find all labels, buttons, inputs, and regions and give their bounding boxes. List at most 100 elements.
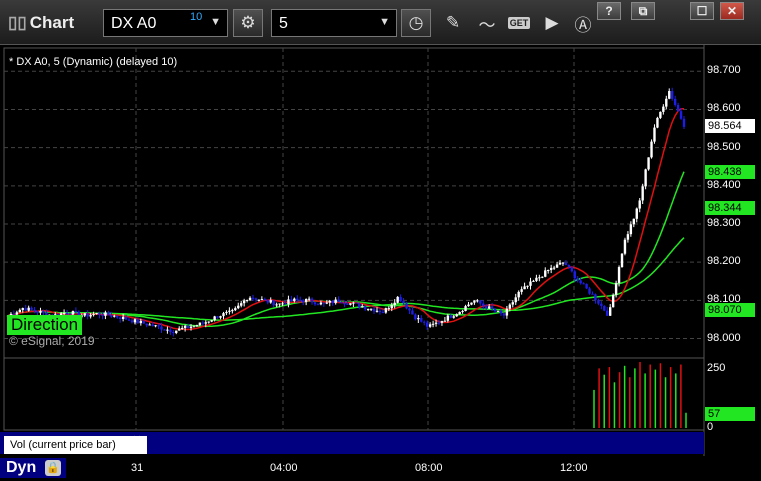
symbol-input[interactable]: DX A0 10 ▼ (103, 9, 228, 37)
lock-icon[interactable]: 🔒 (45, 460, 61, 476)
candle-body (561, 262, 565, 264)
candle-body (175, 330, 178, 333)
candle-body (124, 316, 128, 320)
price-tick-label: 98.600 (707, 102, 741, 115)
candle-body (65, 312, 69, 314)
candle-body (535, 277, 538, 281)
delay-badge: 10 (190, 11, 203, 23)
candle-body (142, 320, 145, 324)
candle-body (461, 310, 464, 312)
direction-label: Direction (7, 315, 83, 335)
restore-button[interactable]: ⧉ (631, 2, 655, 20)
chevron-down-icon[interactable]: ▼ (379, 16, 390, 28)
candle-body (644, 169, 647, 187)
candle-body (192, 325, 196, 327)
clock-icon[interactable]: ◷ (401, 9, 431, 37)
candle-body (617, 267, 621, 283)
candle-body (284, 303, 287, 305)
candle-body (287, 299, 290, 305)
candle-body (325, 302, 329, 304)
candle-body (375, 310, 379, 312)
candle-body (237, 305, 240, 309)
candle-body (479, 300, 482, 304)
price-tick-label: 98.200 (707, 255, 741, 268)
gear-icon[interactable]: ⚙ (233, 9, 263, 37)
candle-body (340, 301, 343, 304)
candle-body (487, 306, 491, 309)
help-button[interactable]: ? (597, 2, 621, 20)
candle-body (231, 310, 234, 312)
candle-body (248, 297, 252, 300)
candle-body (225, 311, 228, 314)
candle-body (570, 266, 574, 272)
candle-body (582, 283, 585, 285)
interval-select[interactable]: 5 ▼ (271, 9, 397, 37)
pencil-icon[interactable]: ✎ (440, 11, 466, 35)
candle-body (366, 308, 370, 310)
candle-body (626, 234, 630, 240)
play-icon[interactable]: ▶ (539, 11, 565, 35)
candle-body (485, 305, 488, 309)
candle-body (381, 312, 385, 314)
candle-body (172, 332, 175, 334)
price-tick-label: 98.000 (707, 331, 741, 344)
candle-body (127, 319, 131, 321)
get-icon[interactable]: GET (506, 11, 532, 35)
candle-body (71, 311, 75, 315)
candle-body (95, 313, 98, 315)
candle-body (620, 253, 624, 268)
candle-body (585, 283, 588, 289)
candle-body (544, 270, 547, 277)
candle-body (304, 299, 308, 303)
candle-body (18, 309, 22, 313)
chart-area[interactable] (0, 44, 761, 456)
candle-body (201, 322, 205, 324)
candle-body (638, 200, 641, 209)
candle-body (281, 303, 284, 305)
vol-tag: 57 (705, 407, 755, 421)
alert-icon[interactable]: Ⓐ (570, 11, 596, 35)
maximize-button[interactable]: ☐ (690, 2, 714, 20)
candle-body (452, 316, 455, 318)
candle-body (600, 303, 603, 306)
candle-body (216, 316, 219, 318)
candle-body (659, 111, 662, 118)
candle-body (343, 303, 346, 305)
candle-body (234, 308, 237, 311)
candle-body (523, 286, 526, 290)
candle-body (260, 299, 264, 301)
close-icon[interactable]: ✕ (132, 433, 142, 447)
candle-body (414, 314, 417, 320)
candle-body (186, 325, 190, 328)
candle-body (331, 300, 334, 304)
app-title: ▯▯ Chart (8, 13, 75, 32)
ma-tag-2: 98.344 (705, 201, 755, 215)
vol-axis-bottom: 0 (707, 421, 714, 433)
candle-body (490, 306, 494, 309)
candle-body (458, 311, 461, 315)
title-bar: ▯▯ Chart DX A0 10 ▼ ⚙ 5 ▼ ◷ ✎ 〜 GET ▶ Ⓐ ?… (0, 0, 761, 45)
candle-body (467, 304, 470, 307)
chevron-down-icon[interactable]: ▼ (210, 16, 221, 28)
moving-average-slow (7, 237, 685, 321)
candle-body (133, 319, 137, 323)
candle-body (358, 303, 361, 308)
candle-body (673, 98, 677, 105)
candle-body (588, 288, 591, 294)
candle-body (160, 326, 163, 330)
candle-body (611, 294, 615, 308)
candle-body (369, 308, 373, 310)
candle-body (101, 314, 104, 316)
candle-body (86, 313, 89, 317)
candle-body (139, 320, 143, 324)
candle-body (606, 310, 609, 316)
candle-body (62, 312, 66, 314)
time-tick: 31 (131, 462, 144, 474)
time-tick: 04:00 (270, 462, 298, 474)
candle-body (337, 299, 340, 302)
candle-body (21, 308, 24, 310)
study-icon[interactable]: 〜 (474, 11, 500, 35)
candle-body (408, 308, 411, 311)
close-button[interactable]: ✕ (720, 2, 744, 20)
candle-body (609, 307, 612, 316)
